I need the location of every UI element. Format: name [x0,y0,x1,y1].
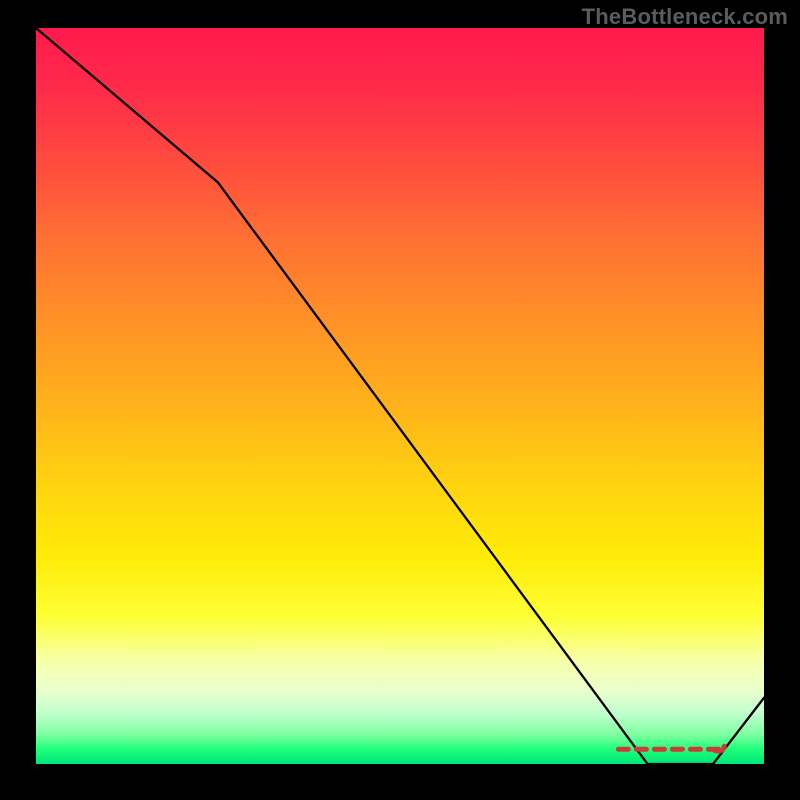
chart-stage: TheBottleneck.com [0,0,800,800]
curve-line [36,28,764,764]
plot-area [36,28,764,764]
watermark-text: TheBottleneck.com [582,4,788,30]
chart-svg [36,28,764,764]
